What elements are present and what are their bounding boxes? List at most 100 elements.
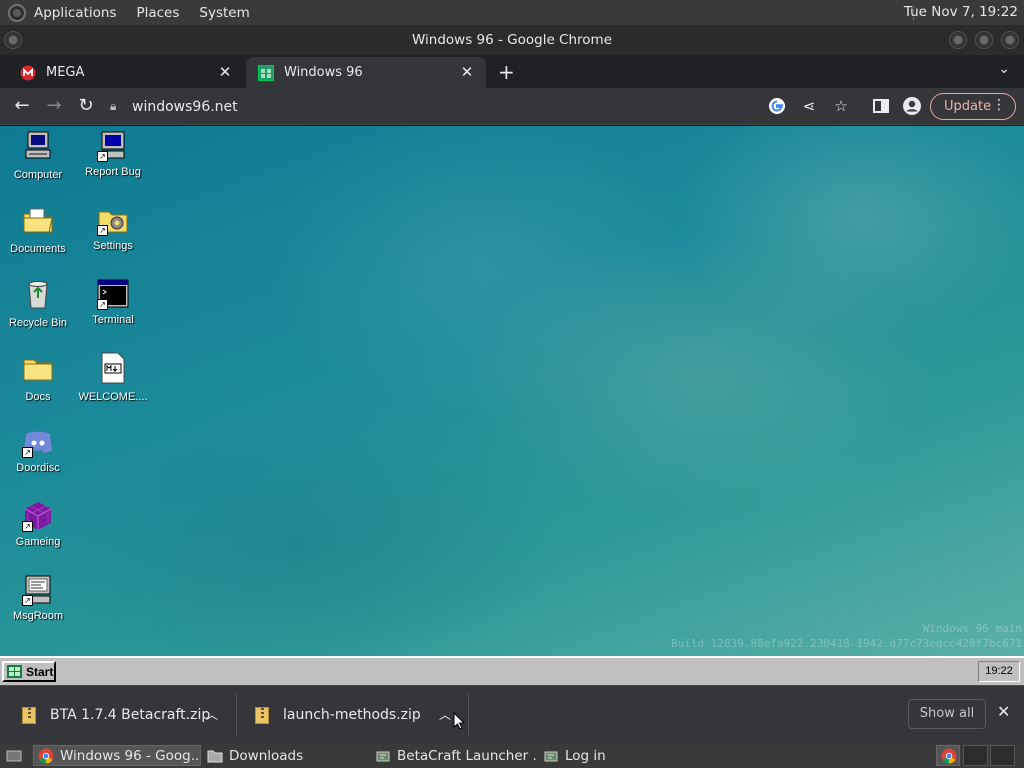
back-icon[interactable]: ←: [10, 94, 34, 118]
new-tab-icon[interactable]: +: [498, 60, 515, 84]
forward-icon[interactable]: →: [42, 94, 66, 118]
taskbar-item-chrome[interactable]: Windows 96 - Goog...: [33, 745, 201, 766]
shortcut-arrow-icon: ↗: [97, 151, 108, 162]
download-options-chevron-icon[interactable]: ︿: [439, 706, 451, 723]
download-item[interactable]: BTA 1.7.4 Betacraft.zip ︿: [22, 692, 232, 738]
close-window-icon[interactable]: [1001, 31, 1019, 49]
gnome-foot-icon[interactable]: [8, 3, 26, 22]
tab-search-chevron-icon[interactable]: ⌄: [998, 61, 1010, 77]
win96-desktop[interactable]: Computer ↗ Report Bug Documents ↗ Settin…: [0, 126, 1024, 656]
shortcut-arrow-icon: ↗: [97, 225, 108, 236]
bookmark-star-icon[interactable]: ☆: [831, 96, 851, 116]
bottom-panel: Windows 96 - Goog... Downloads BetaCraft…: [0, 743, 1024, 768]
windows96-logo-icon: [7, 665, 22, 678]
taskbar-item-downloads[interactable]: Downloads: [203, 745, 369, 766]
show-desktop-icon: [6, 750, 22, 761]
desktop-icon-label: MsgRoom: [12, 610, 64, 622]
applications-menu[interactable]: Applications: [34, 5, 116, 21]
update-button[interactable]: Update ⋮: [930, 93, 1016, 120]
lock-icon[interactable]: 🔒︎: [110, 99, 132, 114]
download-item[interactable]: launch-methods.zip ︿: [255, 692, 465, 738]
panel-clock[interactable]: Tue Nov 7, 19:22: [904, 4, 1018, 20]
window-menu-icon[interactable]: [4, 31, 22, 49]
tab-strip: MEGA ✕ Windows 96 ✕ + ⌄: [0, 55, 1024, 88]
window-titlebar[interactable]: Windows 96 - Google Chrome: [0, 25, 1024, 55]
shortcut-arrow-icon: ↗: [22, 521, 33, 532]
desktop-icon-documents[interactable]: Documents: [0, 204, 76, 255]
desktop-icon-label: Gameing: [15, 536, 61, 548]
address-url[interactable]: windows96.net: [132, 99, 238, 115]
desktop-icon-label: Documents: [10, 243, 66, 255]
win96-taskbar: Start 19:22: [0, 656, 1024, 685]
download-filename: BTA 1.7.4 Betacraft.zip: [50, 707, 211, 723]
desktop-icon-gameing[interactable]: ↗ Gameing: [0, 500, 76, 548]
docs-folder-icon: [23, 359, 53, 381]
tab-windows96[interactable]: Windows 96 ✕: [246, 57, 486, 88]
profile-avatar-icon[interactable]: [902, 96, 922, 116]
start-label: Start: [26, 664, 54, 679]
desktop-icon-terminal[interactable]: ↗ Terminal: [75, 278, 151, 326]
taskbar-item-betacraft[interactable]: BetaCraft Launcher ...: [371, 745, 537, 766]
chrome-icon: [941, 748, 957, 764]
desktop-icon-doordisc[interactable]: ↗ Doordisc: [0, 426, 76, 474]
tab-mega[interactable]: MEGA ✕: [8, 57, 244, 88]
zip-file-icon: [22, 706, 36, 724]
desktop-icon-computer[interactable]: Computer: [0, 130, 76, 181]
taskbar-item-login[interactable]: Log in: [539, 745, 705, 766]
shortcut-arrow-icon: ↗: [22, 595, 33, 606]
desktop-icon-report-bug[interactable]: ↗ Report Bug: [75, 130, 151, 178]
build-watermark-line1: Windows 96 main: [922, 622, 1022, 635]
download-shelf: BTA 1.7.4 Betacraft.zip ︿ launch-methods…: [0, 685, 1024, 743]
close-download-shelf-icon[interactable]: ✕: [997, 702, 1010, 721]
task-label: BetaCraft Launcher ...: [397, 747, 537, 764]
workspace-switcher[interactable]: [936, 745, 960, 766]
desktop-icon-label: Terminal: [92, 314, 134, 326]
java-app-icon: [376, 751, 390, 761]
desktop-icon-label: Computer: [13, 169, 63, 181]
workspace-3[interactable]: [990, 745, 1015, 766]
window-title: Windows 96 - Google Chrome: [411, 32, 613, 48]
tab-label: Windows 96: [284, 65, 363, 80]
desktop-icon-docs[interactable]: Docs: [0, 352, 76, 403]
close-tab-icon[interactable]: ✕: [216, 63, 234, 81]
download-filename: launch-methods.zip: [283, 707, 421, 723]
chrome-icon: [38, 748, 54, 764]
folder-icon: [207, 750, 223, 762]
kebab-menu-icon[interactable]: ⋮: [992, 97, 1006, 113]
desktop-icon-label: WELCOME....: [78, 391, 148, 403]
workspace-2[interactable]: [963, 745, 988, 766]
mouse-cursor-icon: [453, 712, 465, 730]
windows96-favicon-icon: [258, 64, 274, 81]
start-button[interactable]: Start: [2, 661, 56, 682]
download-separator: [236, 694, 237, 736]
top-panel: Applications Places System Tue Nov 7, 19…: [0, 0, 1024, 25]
download-separator: [468, 694, 469, 736]
computer-icon: [25, 131, 51, 159]
zip-file-icon: [255, 706, 269, 724]
show-desktop-button[interactable]: [2, 745, 28, 766]
address-bar[interactable]: 🔒︎ windows96.net: [110, 94, 860, 119]
show-all-button[interactable]: Show all: [908, 699, 986, 729]
browser-toolbar: ← → ↻ 🔒︎ windows96.net ⋖ ☆ Update ⋮: [0, 88, 1024, 125]
build-watermark-line2: Build 12839.88efa922.230418-1942.d77c73e…: [671, 637, 1022, 650]
desktop-icon-settings[interactable]: ↗ Settings: [75, 204, 151, 252]
side-panel-icon[interactable]: [871, 96, 891, 116]
update-label: Update: [944, 99, 992, 114]
close-tab-icon[interactable]: ✕: [458, 63, 476, 81]
shortcut-arrow-icon: ↗: [22, 447, 33, 458]
download-options-chevron-icon[interactable]: ︿: [206, 706, 218, 723]
desktop-icon-label: Docs: [25, 391, 51, 403]
win96-tray-clock[interactable]: 19:22: [978, 661, 1020, 682]
share-icon[interactable]: ⋖: [799, 96, 819, 116]
minimize-icon[interactable]: [949, 31, 967, 49]
system-menu[interactable]: System: [199, 5, 249, 21]
places-menu[interactable]: Places: [136, 5, 179, 21]
desktop-icon-welcome[interactable]: WELCOME....: [75, 352, 151, 403]
shortcut-arrow-icon: ↗: [97, 299, 108, 310]
desktop-icon-label: Recycle Bin: [8, 317, 68, 329]
reload-icon[interactable]: ↻: [74, 94, 98, 118]
desktop-icon-msgroom[interactable]: ↗ MsgRoom: [0, 574, 76, 622]
desktop-icon-recycle-bin[interactable]: Recycle Bin: [0, 278, 76, 329]
google-lens-icon[interactable]: [767, 96, 787, 116]
maximize-icon[interactable]: [975, 31, 993, 49]
